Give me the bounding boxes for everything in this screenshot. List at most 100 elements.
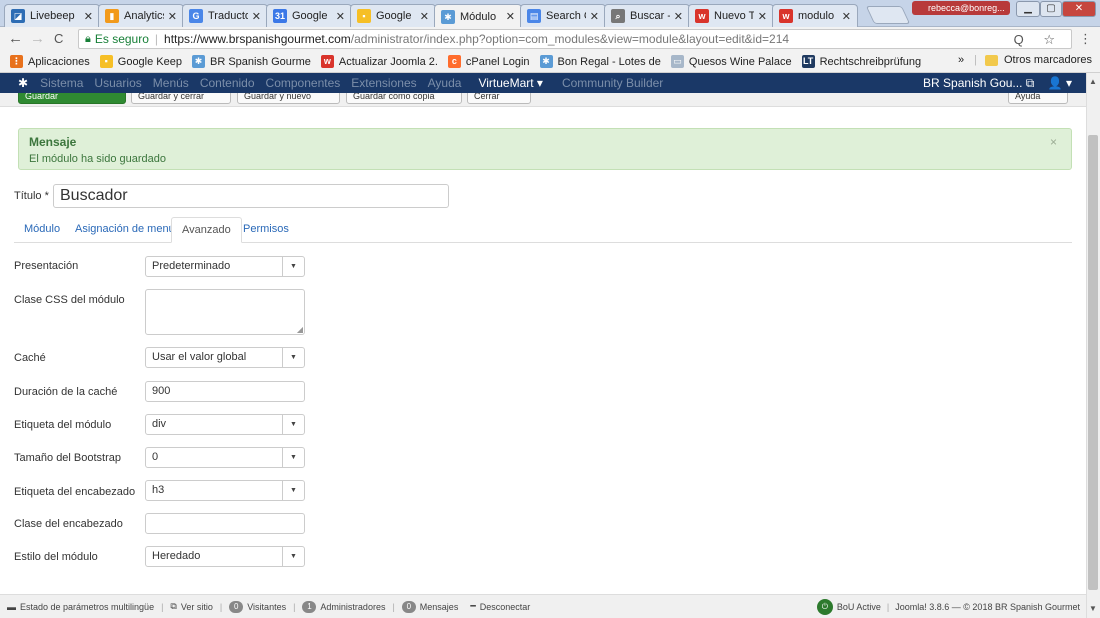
close-tab-icon[interactable]: ✕ xyxy=(506,10,515,23)
bookmark-actualizar-joomla[interactable]: w Actualizar Joomla 2. xyxy=(320,55,438,68)
browser-tab[interactable]: ⌕ Buscar - ✕ xyxy=(604,4,690,27)
alert-close-icon[interactable]: × xyxy=(1050,135,1057,149)
bookmark-br-spanish[interactable]: ✱ BR Spanish Gourme xyxy=(191,55,311,68)
view-site-label: Ver sitio xyxy=(180,601,213,612)
close-tab-icon[interactable]: ✕ xyxy=(168,10,177,23)
save-copy-label: Guardar como copia xyxy=(353,93,435,101)
admins-link[interactable]: 1 Administradores xyxy=(302,600,385,613)
external-link-icon: ⧉ xyxy=(170,601,177,611)
browser-tab[interactable]: ◪ Livebeep ✕ xyxy=(4,4,100,27)
menu-ayuda[interactable]: Ayuda xyxy=(428,76,462,90)
header-class-input[interactable] xyxy=(145,513,305,534)
cache-select[interactable]: Usar el valor global ▼ xyxy=(145,347,305,368)
reload-button[interactable]: C xyxy=(54,31,63,47)
multilang-status-link[interactable]: ▬ Estado de parámetros multilingüe xyxy=(7,602,154,612)
tab-avanzado[interactable]: Avanzado xyxy=(171,217,242,243)
visitors-link[interactable]: 0 Visitantes xyxy=(229,600,286,613)
forward-button[interactable]: → xyxy=(30,31,45,47)
scrollbar-thumb[interactable] xyxy=(1088,135,1098,590)
site-user-links[interactable]: BR Spanish Gou... ⧉ 👤 ▾ xyxy=(923,76,1072,91)
cache-time-input[interactable]: 900 xyxy=(145,381,305,402)
menu-community-builder[interactable]: Community Builder xyxy=(562,76,663,90)
view-site-link[interactable]: ⧉ Ver sitio xyxy=(170,601,212,612)
browser-tab[interactable]: ▮ Analytics ✕ xyxy=(98,4,184,27)
new-tab-button[interactable] xyxy=(865,6,911,24)
bookmark-quesos[interactable]: ▭ Quesos Wine Palace xyxy=(670,55,792,68)
browser-tab[interactable]: w modulo ✕ xyxy=(772,4,858,27)
joomla-logo-icon[interactable]: ✱ xyxy=(18,76,28,90)
other-bookmarks[interactable]: Otros marcadores xyxy=(1004,54,1092,66)
menu-contenido[interactable]: Contenido xyxy=(200,76,255,90)
messages-link[interactable]: 0 Mensajes xyxy=(401,600,458,613)
address-bar[interactable]: 🔒︎ Es seguro | https://www.brspanishgour… xyxy=(78,29,1072,49)
kebab-menu-icon[interactable]: ⋮ xyxy=(1079,31,1092,47)
close-tab-icon[interactable]: ✕ xyxy=(84,10,93,23)
menu-sistema[interactable]: Sistema xyxy=(40,76,83,90)
menu-menus[interactable]: Menús xyxy=(153,76,189,90)
bootstrap-size-select[interactable]: 0 ▼ xyxy=(145,447,305,468)
page-icon: ▭ xyxy=(670,55,684,68)
header-tag-select[interactable]: h3 ▼ xyxy=(145,480,305,501)
browser-tab[interactable]: 31 Google ✕ xyxy=(266,4,352,27)
logout-link[interactable]: ━ Desconectar xyxy=(470,601,530,612)
bookmark-google-keep[interactable]: ▪ Google Keep xyxy=(99,55,182,68)
chevron-down-icon: ▼ xyxy=(282,257,304,276)
bookmark-bon-regal[interactable]: ✱ Bon Regal - Lotes de xyxy=(539,55,661,68)
scroll-down-icon[interactable]: ▼ xyxy=(1089,604,1097,613)
layout-select[interactable]: Predeterminado ▼ xyxy=(145,256,305,277)
omnibox-actions-icon[interactable]: Q ☆ xyxy=(1014,32,1063,48)
close-tab-icon[interactable]: ✕ xyxy=(674,10,683,23)
logout-label: Desconectar xyxy=(479,601,531,612)
title-input[interactable] xyxy=(53,184,449,208)
more-bookmarks-button[interactable]: » xyxy=(958,54,964,66)
minimize-button[interactable]: ▁ xyxy=(1016,1,1040,17)
tab-asignacion-menu[interactable]: Asignación de menú xyxy=(65,217,185,243)
browser-tab[interactable]: ▪ Google ✕ xyxy=(350,4,436,27)
site-link[interactable]: BR Spanish Gou... ⧉ xyxy=(923,76,1034,90)
save-button[interactable]: Guardar xyxy=(18,93,126,104)
header-tag-value: h3 xyxy=(152,484,165,496)
back-button[interactable]: ← xyxy=(8,31,23,47)
tab-modulo[interactable]: Módulo xyxy=(14,217,70,243)
module-tag-select[interactable]: div ▼ xyxy=(145,414,305,435)
close-tab-icon[interactable]: ✕ xyxy=(252,10,261,23)
bookmark-apps[interactable]: ⋮ Aplicaciones xyxy=(10,55,90,68)
menu-componentes[interactable]: Componentes xyxy=(266,76,341,90)
close-tab-icon[interactable]: ✕ xyxy=(842,10,851,23)
close-tab-icon[interactable]: ✕ xyxy=(590,10,599,23)
save-close-button[interactable]: Guardar y cerrar xyxy=(131,93,231,104)
bou-label[interactable]: BoU Active xyxy=(837,602,881,612)
help-button[interactable]: Ayuda xyxy=(1008,93,1068,104)
tab-permisos[interactable]: Permisos xyxy=(233,217,299,243)
bookmark-cpanel[interactable]: c cPanel Login xyxy=(447,55,530,68)
close-window-button[interactable]: ✕ xyxy=(1062,1,1096,17)
module-tag-label: Etiqueta del módulo xyxy=(14,419,112,431)
close-tab-icon[interactable]: ✕ xyxy=(420,10,429,23)
calendar-icon: 31 xyxy=(273,9,287,23)
css-class-textarea[interactable]: ◢ xyxy=(145,289,305,335)
close-button[interactable]: Cerrar xyxy=(467,93,531,104)
resize-grip-icon[interactable]: ◢ xyxy=(297,325,303,334)
scroll-up-icon[interactable]: ▲ xyxy=(1089,77,1097,86)
divider: | xyxy=(974,54,977,66)
module-tabs: Módulo Asignación de menú Avanzado Permi… xyxy=(14,217,1072,243)
close-tab-icon[interactable]: ✕ xyxy=(758,10,767,23)
save-new-button[interactable]: Guardar y nuevo xyxy=(237,93,340,104)
bookmark-rechtschreib[interactable]: LT Rechtschreibprüfung xyxy=(801,55,921,68)
maximize-button[interactable]: ▢ xyxy=(1040,1,1062,17)
module-style-select[interactable]: Heredado ▼ xyxy=(145,546,305,567)
menu-virtuemart[interactable]: VirtueMart ▾ xyxy=(478,76,543,90)
menu-extensiones[interactable]: Extensiones xyxy=(351,76,416,90)
profile-chip[interactable]: rebecca@bonreg... xyxy=(912,1,1010,15)
browser-tab[interactable]: w Nuevo T ✕ xyxy=(688,4,774,27)
browser-tab[interactable]: G Traducto ✕ xyxy=(182,4,268,27)
save-label: Guardar xyxy=(25,93,59,101)
browser-tab[interactable]: ▤ Search C✕ xyxy=(520,4,606,27)
user-menu[interactable]: 👤 ▾ xyxy=(1048,76,1072,90)
save-copy-button[interactable]: Guardar como copia xyxy=(346,93,462,104)
close-label: Cerrar xyxy=(474,93,500,101)
browser-tab-active[interactable]: ✱ Módulo ✕ xyxy=(434,4,522,28)
wufoo-icon: w xyxy=(779,9,793,23)
close-tab-icon[interactable]: ✕ xyxy=(336,10,345,23)
menu-usuarios[interactable]: Usuarios xyxy=(94,76,141,90)
